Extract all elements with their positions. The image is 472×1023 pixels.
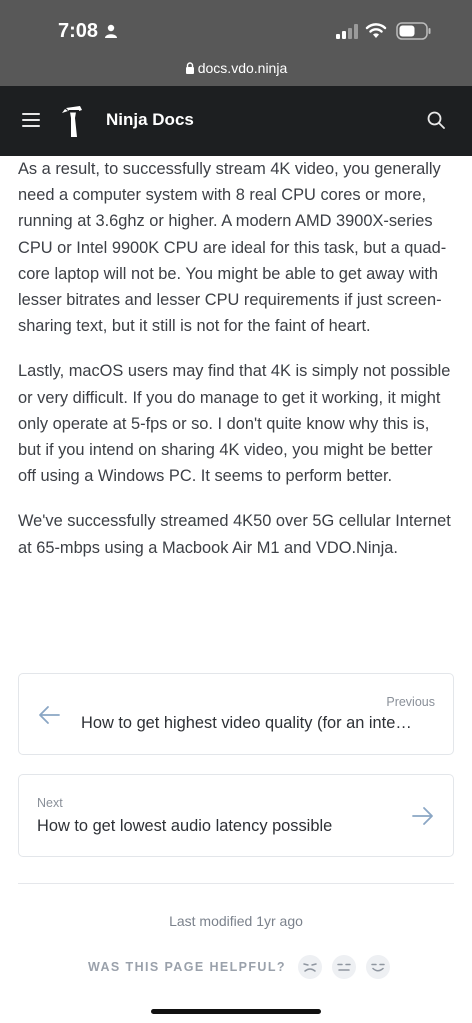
site-header: Ninja Docs	[0, 86, 472, 156]
person-icon	[105, 24, 117, 38]
next-page-title: How to get lowest audio latency possible	[37, 817, 333, 835]
arrow-right-icon	[412, 807, 433, 825]
divider	[18, 883, 454, 884]
site-title[interactable]: Ninja Docs	[106, 110, 194, 130]
happy-face-icon[interactable]	[365, 955, 390, 979]
hamburger-menu-icon[interactable]	[22, 112, 40, 128]
arrow-left-icon	[39, 706, 60, 724]
search-icon[interactable]	[427, 111, 445, 129]
status-bar: 7:08	[0, 0, 472, 56]
wifi-icon	[365, 23, 387, 38]
lock-icon	[185, 62, 194, 74]
url-text: docs.vdo.ninja	[197, 60, 288, 76]
next-page-link[interactable]: Next How to get lowest audio latency pos…	[18, 774, 454, 857]
ninja-logo-icon[interactable]	[62, 104, 86, 138]
paragraph: As a result, to successfully stream 4K v…	[18, 160, 447, 336]
sad-face-icon[interactable]	[297, 955, 322, 979]
paragraph: We've successfully streamed 4K50 over 5G…	[18, 512, 451, 557]
previous-page-link[interactable]: Previous How to get highest video qualit…	[18, 673, 454, 755]
battery-icon	[396, 22, 431, 40]
next-label: Next	[37, 796, 63, 810]
status-time: 7:08	[58, 20, 99, 42]
address-bar[interactable]: docs.vdo.ninja	[0, 56, 472, 86]
last-modified: Last modified 1yr ago	[169, 913, 303, 929]
paragraph: Lastly, macOS users may find that 4K is …	[18, 362, 451, 486]
neutral-face-icon[interactable]	[331, 955, 356, 979]
previous-page-title: How to get highest video quality (for an…	[81, 714, 412, 732]
article-content: As a result, to successfully stream 4K v…	[18, 156, 454, 580]
previous-label: Previous	[386, 695, 435, 709]
helpful-label: WAS THIS PAGE HELPFUL?	[88, 960, 286, 974]
page-feedback: WAS THIS PAGE HELPFUL?	[88, 955, 400, 979]
home-indicator[interactable]	[151, 1009, 321, 1014]
cellular-signal-icon	[336, 24, 358, 39]
